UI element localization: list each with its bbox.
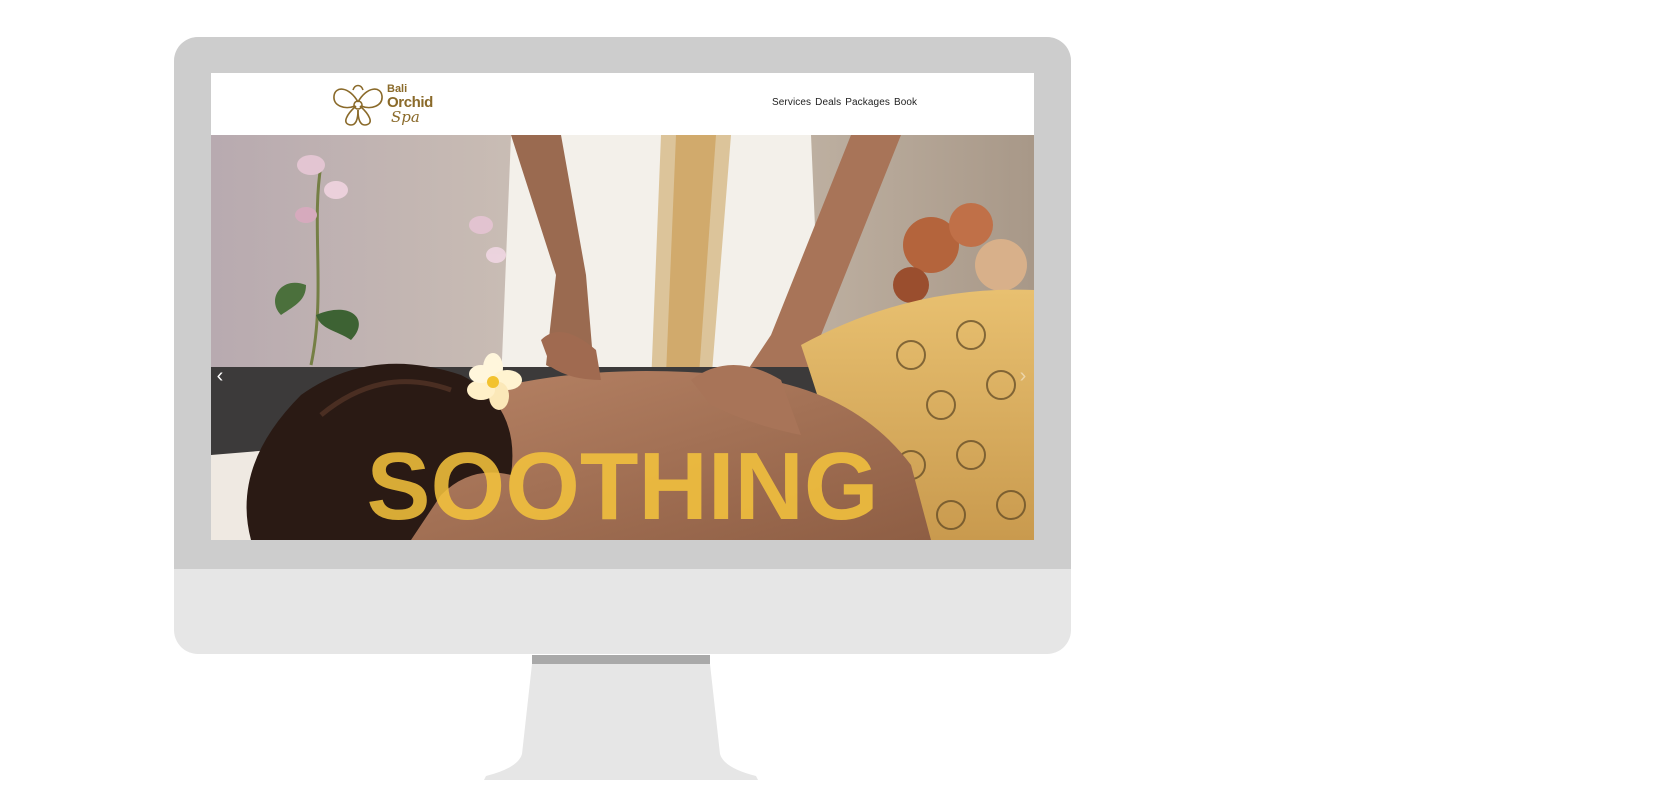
- nav-book[interactable]: Book: [894, 97, 917, 108]
- monitor-stand-collar: [532, 655, 710, 664]
- nav-packages[interactable]: Packages: [845, 97, 890, 108]
- hero-headline: SOOTHING: [366, 433, 879, 540]
- main-nav: Services Deals Packages Book: [772, 97, 917, 108]
- slider-prev-button[interactable]: ‹: [211, 363, 229, 389]
- chevron-right-icon: ›: [1019, 364, 1027, 387]
- orchid-logo-icon: [333, 84, 383, 126]
- logo-wordmark: Bali Orchid Spa: [387, 82, 433, 126]
- slider-next-button[interactable]: ›: [1014, 363, 1032, 389]
- logo-line-1: Bali: [387, 82, 408, 95]
- nav-services[interactable]: Services: [772, 97, 811, 108]
- monitor-stand: [484, 664, 758, 780]
- browser-screen: Bali Orchid Spa Services Deals Packages …: [211, 73, 1034, 540]
- hero-slider: ‹ › SOOTHING: [211, 135, 1034, 540]
- chevron-left-icon: ‹: [216, 364, 224, 387]
- logo-line-3: Spa: [391, 107, 420, 126]
- nav-deals[interactable]: Deals: [815, 97, 841, 108]
- mockup-stage: Bali Orchid Spa Services Deals Packages …: [0, 0, 1680, 800]
- site-logo[interactable]: Bali Orchid Spa: [331, 78, 441, 130]
- site-header: Bali Orchid Spa Services Deals Packages …: [211, 73, 1034, 135]
